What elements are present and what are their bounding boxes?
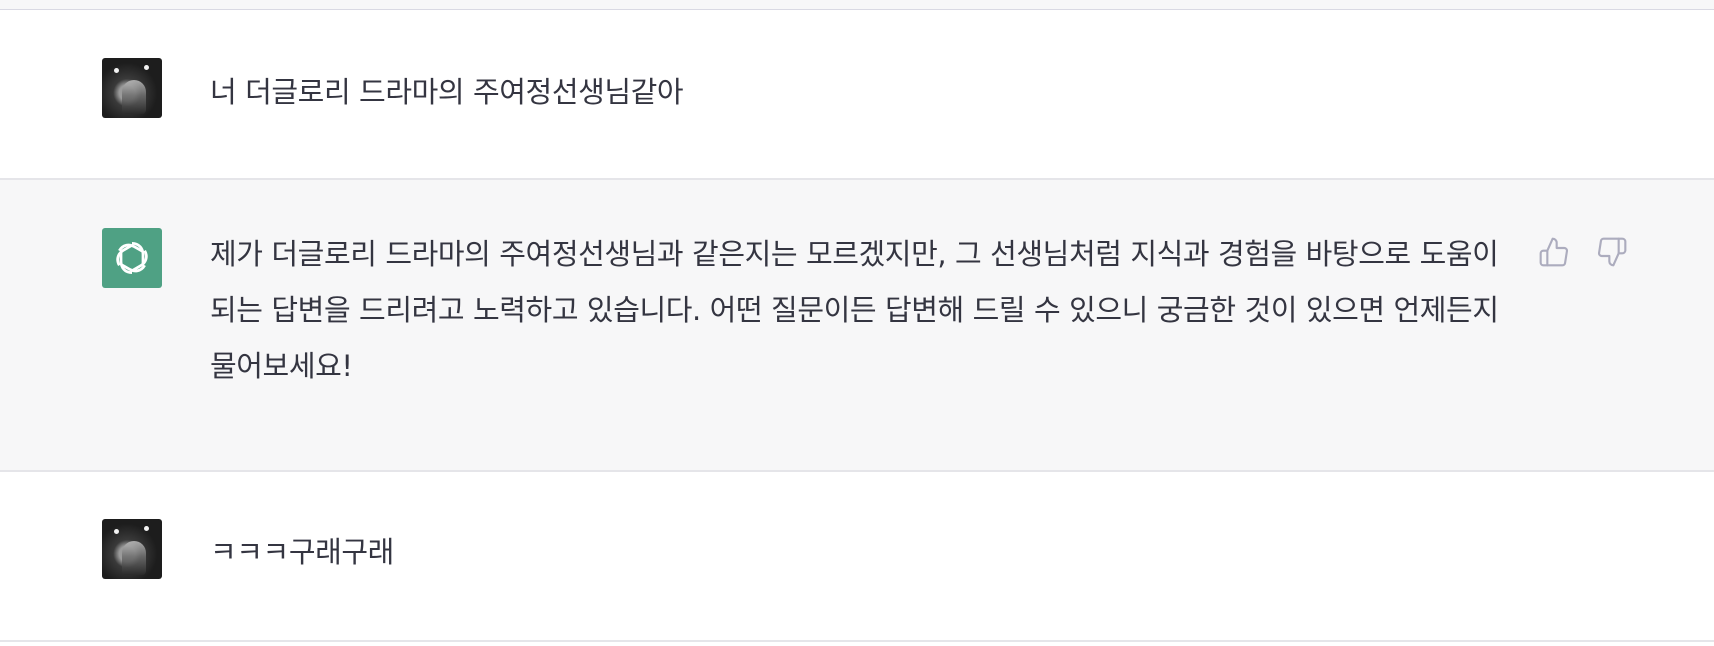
thumbs-up-button[interactable] xyxy=(1538,236,1570,268)
thumbs-up-icon xyxy=(1539,237,1568,267)
top-divider xyxy=(0,0,1714,10)
user-message: ㅋㅋㅋ구래구래 xyxy=(0,472,1714,642)
message-text: ㅋㅋㅋ구래구래 xyxy=(210,535,394,569)
message-text: 제가 더글로리 드라마의 주여정선생님과 같은지는 모르겠지만, 그 선생님처럼… xyxy=(210,237,1499,383)
user-message: 너 더글로리 드라마의 주여정선생님같아 xyxy=(0,10,1714,180)
user-avatar xyxy=(102,519,162,579)
thumbs-down-icon xyxy=(1598,237,1627,267)
user-avatar xyxy=(102,58,162,118)
message-text: 너 더글로리 드라마의 주여정선생님같아 xyxy=(210,75,684,109)
feedback-buttons xyxy=(1538,236,1628,268)
thumbs-down-button[interactable] xyxy=(1596,236,1628,268)
openai-logo-icon xyxy=(102,228,162,288)
assistant-message: 제가 더글로리 드라마의 주여정선생님과 같은지는 모르겠지만, 그 선생님처럼… xyxy=(0,180,1714,472)
